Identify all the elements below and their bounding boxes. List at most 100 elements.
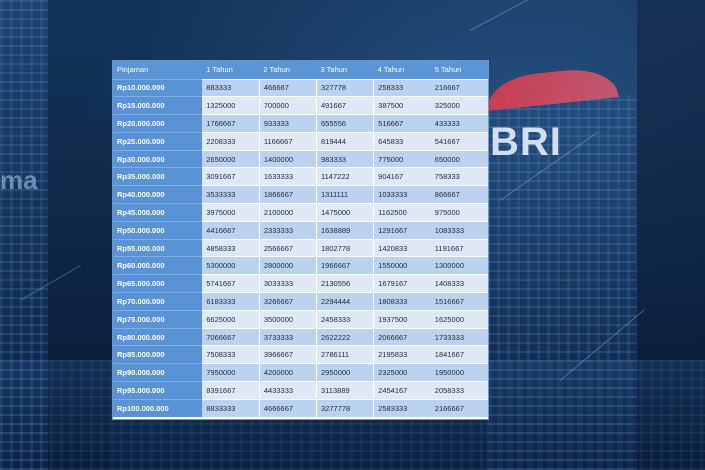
- table-row: Rp25.000.000 2208333 1166667 819444 645833 54…: [113, 131, 488, 151]
- table-header-row: Pinjaman 1 Tahun 2 Tahun 3 Tahun 4 Tahun…: [113, 61, 488, 79]
- installment-cell: 1766667: [202, 114, 260, 133]
- installment-cell: 2294444: [316, 292, 374, 311]
- installment-cell: 1147222: [316, 167, 374, 186]
- loan-amount-cell: Rp40.000.000: [113, 185, 203, 204]
- installment-cell: 2622222: [316, 327, 374, 346]
- installment-cell: 1966667: [316, 256, 374, 275]
- installment-cell: 1291667: [373, 220, 431, 240]
- loan-amount-cell: Rp25.000.000: [113, 131, 203, 151]
- installment-cell: 2325000: [373, 363, 431, 382]
- loan-amount-cell: Rp15.000.000: [113, 96, 203, 115]
- installment-cell: 2950000: [316, 363, 374, 382]
- installment-cell: 2786111: [316, 345, 374, 364]
- installment-cell: 2066667: [373, 327, 431, 346]
- installment-cell: 2333333: [258, 220, 317, 240]
- table-row: Rp55.000.000 4858333 2566667 1802778 1420833…: [113, 238, 488, 257]
- installment-cell: 3033333: [258, 274, 317, 293]
- loan-amount-cell: Rp55.000.000: [113, 238, 203, 257]
- installment-cell: 327778: [316, 78, 374, 97]
- installment-cell: 883333: [202, 78, 260, 97]
- installment-cell: 6625000: [202, 309, 260, 329]
- installment-cell: 1802778: [316, 238, 374, 257]
- installment-cell: 2058333: [430, 381, 488, 400]
- table-row: Rp50.000.000 4416667 2333333 1638889 1291667…: [113, 220, 488, 240]
- installment-cell: 2583333: [373, 398, 431, 418]
- installment-cell: 975000: [430, 203, 488, 222]
- installment-cell: 3533333: [202, 185, 260, 204]
- header-2-tahun: 2 Tahun: [259, 61, 317, 79]
- installment-cell: 433333: [430, 114, 488, 133]
- installment-cell: 4858333: [202, 238, 260, 257]
- header-5-tahun: 5 Tahun: [430, 61, 488, 79]
- installment-cell: 516667: [373, 114, 431, 133]
- installment-cell: 7066667: [202, 327, 260, 346]
- installment-cell: 655556: [316, 114, 374, 133]
- installment-cell: 216667: [430, 78, 488, 97]
- installment-cell: 2166667: [430, 398, 488, 418]
- installment-cell: 1638889: [316, 220, 374, 240]
- table-row: Rp80.000.000 7066667 3733333 2622222 2066667…: [113, 327, 488, 346]
- installment-cell: 6183333: [202, 292, 260, 311]
- building-sign: ma: [0, 165, 38, 195]
- installment-cell: 2100000: [258, 203, 317, 222]
- installment-cell: 4666667: [258, 398, 317, 418]
- table-row: Rp35.000.000 3091667 1633333 1147222 904167 7…: [113, 167, 488, 186]
- installment-cell: 2458333: [316, 309, 374, 329]
- table-row: Rp75.000.000 6625000 3500000 2458333 1937500…: [113, 309, 488, 329]
- loan-amount-cell: Rp90.000.000: [113, 363, 203, 382]
- table-row: Rp45.000.000 3975000 2100000 1475000 1162500…: [113, 203, 488, 222]
- installment-cell: 7950000: [202, 363, 260, 382]
- table-row: Rp70.000.000 6183333 3266667 2294444 1808333…: [113, 292, 488, 311]
- installment-cell: 2566667: [258, 238, 317, 257]
- loan-amount-cell: Rp75.000.000: [113, 309, 203, 329]
- header-3-tahun: 3 Tahun: [316, 61, 374, 79]
- installment-cell: 3266667: [258, 292, 317, 311]
- installment-cell: 775000: [373, 149, 431, 168]
- installment-cell: 1950000: [430, 363, 488, 382]
- loan-amount-cell: Rp50.000.000: [113, 220, 203, 240]
- installment-cell: 3500000: [258, 309, 317, 329]
- table-row: Rp40.000.000 3533333 1866667 1311111 1033333…: [113, 185, 488, 204]
- table-row: Rp95.000.000 8391667 4433333 3113889 2454167…: [113, 381, 488, 400]
- installment-cell: 1311111: [316, 185, 374, 204]
- bri-logo: BRI: [490, 120, 562, 164]
- installment-cell: 2208333: [202, 131, 260, 151]
- loan-amount-cell: Rp100.000.000: [113, 398, 203, 418]
- installment-cell: 1679167: [373, 274, 431, 293]
- installment-cell: 466667: [258, 78, 317, 97]
- installment-cell: 4416667: [202, 220, 260, 240]
- header-1-tahun: 1 Tahun: [202, 61, 260, 79]
- loan-amount-cell: Rp20.000.000: [113, 114, 203, 133]
- installment-cell: 650000: [430, 149, 488, 168]
- loan-amount-cell: Rp30.000.000: [113, 149, 203, 168]
- installment-cell: 1841667: [430, 345, 488, 364]
- installment-cell: 758333: [430, 167, 488, 186]
- installment-cell: 1420833: [373, 238, 431, 257]
- installment-cell: 258333: [373, 78, 431, 97]
- installment-cell: 1937500: [373, 309, 431, 329]
- installment-cell: 325000: [430, 96, 488, 115]
- table-row: Rp60.000.000 5300000 2800000 1966667 1550000…: [113, 256, 488, 275]
- installment-cell: 3277778: [316, 398, 374, 418]
- loan-amount-cell: Rp85.000.000: [113, 345, 203, 364]
- installment-cell: 5300000: [202, 256, 260, 275]
- installment-cell: 491667: [316, 96, 374, 115]
- installment-cell: 1083333: [430, 220, 488, 240]
- loan-amount-cell: Rp80.000.000: [113, 327, 203, 346]
- installment-cell: 4200000: [258, 363, 317, 382]
- installment-cell: 1625000: [430, 309, 488, 329]
- installment-cell: 1633333: [258, 167, 317, 186]
- installment-cell: 8391667: [202, 381, 260, 400]
- installment-cell: 7508333: [202, 345, 260, 364]
- installment-cell: 4433333: [258, 381, 317, 400]
- installment-cell: 700000: [258, 96, 317, 115]
- installment-cell: 904167: [373, 167, 431, 186]
- installment-cell: 1516667: [430, 292, 488, 311]
- installment-table: Pinjaman 1 Tahun 2 Tahun 3 Tahun 4 Tahun…: [113, 61, 488, 418]
- installment-cell: 2454167: [373, 381, 431, 400]
- installment-cell: 1166667: [258, 131, 317, 151]
- installment-cell: 2195833: [373, 345, 431, 364]
- installment-cell: 5741667: [202, 274, 260, 293]
- installment-cell: 1733333: [430, 327, 488, 346]
- installment-cell: 541667: [430, 131, 488, 151]
